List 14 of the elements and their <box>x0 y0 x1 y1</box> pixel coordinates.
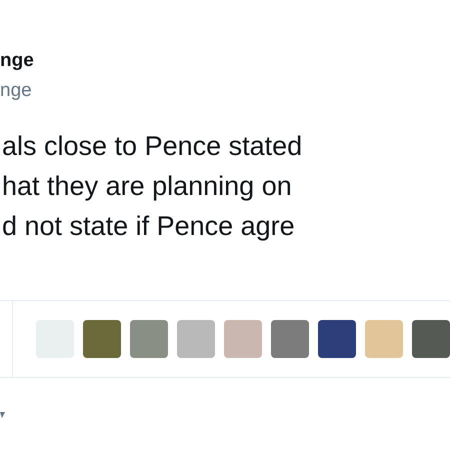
author-handle[interactable]: nge <box>0 78 450 104</box>
avatar-placeholder[interactable] <box>365 320 403 358</box>
tweet-text-line: hat they are planning on <box>1 170 293 203</box>
avatar-placeholder[interactable] <box>177 320 215 358</box>
avatar-placeholder[interactable] <box>318 320 356 358</box>
avatar-placeholder[interactable] <box>412 320 450 358</box>
avatar-placeholder[interactable] <box>224 320 262 358</box>
author-name[interactable]: nge <box>0 48 450 74</box>
avatar-placeholder[interactable] <box>271 320 309 358</box>
avatar-placeholder[interactable] <box>83 320 121 358</box>
chevron-icon[interactable] <box>0 412 5 418</box>
tweet-text-line: als close to Pence stated <box>1 130 304 163</box>
avatar-placeholder[interactable] <box>130 320 168 358</box>
tweet-text-line: d not state if Pence agre <box>1 210 296 243</box>
